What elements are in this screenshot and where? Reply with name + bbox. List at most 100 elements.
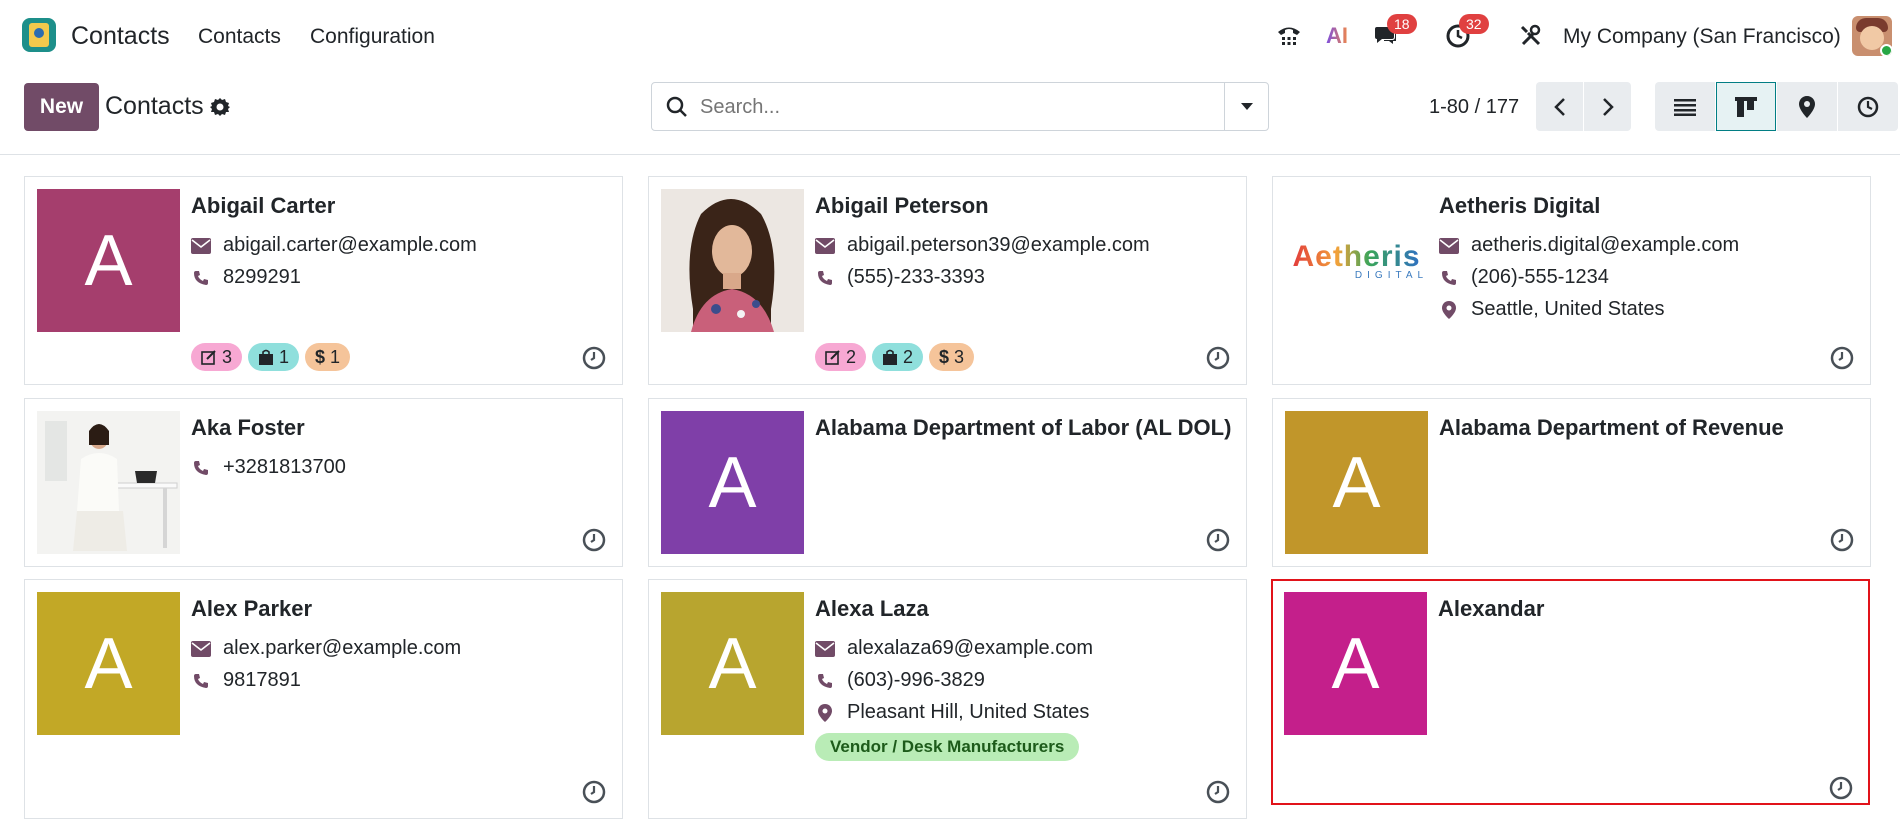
pager-previous-button[interactable] bbox=[1536, 82, 1583, 131]
contact-email: alex.parker@example.com bbox=[191, 637, 461, 660]
pager-value[interactable]: 1-80 / 177 bbox=[1429, 96, 1519, 119]
shopping-bag-icon bbox=[259, 349, 274, 365]
orders-stat[interactable]: 2 bbox=[872, 343, 924, 371]
gear-icon[interactable] bbox=[210, 97, 230, 117]
activity-clock-icon[interactable] bbox=[582, 346, 606, 370]
envelope-icon bbox=[815, 236, 835, 256]
shopping-bag-icon bbox=[883, 349, 898, 365]
contact-phone: 8299291 bbox=[191, 266, 301, 289]
search-bar bbox=[651, 82, 1269, 131]
contact-name: Alex Parker bbox=[191, 596, 313, 621]
contact-card[interactable]: Aka Foster +3281813700 bbox=[24, 398, 623, 567]
activity-view-button[interactable] bbox=[1838, 82, 1898, 131]
contact-location: Pleasant Hill, United States bbox=[815, 701, 1089, 724]
contact-card-selected[interactable]: A Alexandar bbox=[1271, 579, 1870, 805]
contact-name: Alabama Department of Labor (AL DOL) bbox=[815, 415, 1232, 440]
contact-avatar: A bbox=[661, 592, 804, 735]
invoices-stat[interactable]: $ 3 bbox=[929, 343, 975, 371]
edit-icon bbox=[201, 350, 216, 365]
contact-avatar: A bbox=[661, 411, 804, 554]
category-tag[interactable]: Vendor / Desk Manufacturers bbox=[815, 733, 1080, 761]
map-view-button[interactable] bbox=[1777, 82, 1837, 131]
list-view-button[interactable] bbox=[1655, 82, 1715, 131]
top-navbar: Contacts Contacts Configuration AI 18 32… bbox=[0, 0, 1900, 73]
activity-clock-icon[interactable] bbox=[1206, 346, 1230, 370]
search-options-toggle[interactable] bbox=[1224, 83, 1268, 130]
contact-name: Abigail Peterson bbox=[815, 193, 989, 218]
page-title: Contacts bbox=[105, 92, 204, 120]
edit-icon bbox=[825, 350, 840, 365]
pager-next-button[interactable] bbox=[1584, 82, 1631, 131]
activity-clock-icon[interactable] bbox=[582, 528, 606, 552]
activity-clock-icon[interactable] bbox=[1830, 528, 1854, 552]
quotations-count: 3 bbox=[222, 346, 233, 367]
logo-word: Aetheris bbox=[1292, 240, 1421, 273]
quotations-stat[interactable]: 3 bbox=[191, 343, 243, 371]
company-switcher[interactable]: My Company (San Francisco) bbox=[1563, 25, 1841, 49]
envelope-icon bbox=[191, 236, 211, 256]
contact-card[interactable]: A Abigail Carter abigail.carter@example.… bbox=[24, 176, 623, 385]
contact-card[interactable]: A Alex Parker alex.parker@example.com 98… bbox=[24, 579, 623, 819]
kanban-icon bbox=[1735, 96, 1757, 117]
dollar-icon: $ bbox=[939, 346, 950, 367]
activities-icon[interactable]: 32 bbox=[1441, 14, 1489, 52]
orders-stat[interactable]: 1 bbox=[248, 343, 300, 371]
ai-icon[interactable]: AI bbox=[1320, 20, 1354, 52]
orders-count: 2 bbox=[903, 346, 914, 367]
contact-phone: (206)-555-1234 bbox=[1439, 266, 1609, 289]
phone-text: (206)-555-1234 bbox=[1471, 266, 1609, 288]
dollar-icon: $ bbox=[315, 346, 326, 367]
ai-label: AI bbox=[1326, 23, 1348, 48]
map-marker-icon bbox=[1439, 300, 1459, 320]
invoices-stat[interactable]: $ 1 bbox=[305, 343, 351, 371]
contact-stats: 2 2 $ 3 bbox=[815, 343, 975, 371]
activity-clock-icon[interactable] bbox=[582, 780, 606, 804]
contact-card[interactable]: A Alabama Department of Labor (AL DOL) bbox=[648, 398, 1247, 567]
user-avatar[interactable] bbox=[1852, 16, 1892, 56]
contact-stats: 3 1 $ 1 bbox=[191, 343, 351, 371]
phone-icon bbox=[191, 268, 211, 288]
phone-text: +3281813700 bbox=[223, 456, 346, 478]
email-text: aetheris.digital@example.com bbox=[1471, 234, 1740, 256]
app-name[interactable]: Contacts bbox=[71, 22, 170, 51]
messages-icon[interactable]: 18 bbox=[1369, 14, 1417, 52]
location-text: Seattle, United States bbox=[1471, 298, 1665, 320]
email-text: alexalaza69@example.com bbox=[847, 637, 1093, 659]
activity-clock-icon[interactable] bbox=[1829, 776, 1853, 800]
contact-avatar: A bbox=[37, 592, 180, 735]
email-text: alex.parker@example.com bbox=[223, 637, 462, 659]
contact-name: Alabama Department of Revenue bbox=[1439, 415, 1784, 440]
activity-clock-icon[interactable] bbox=[1206, 780, 1230, 804]
contact-card[interactable]: Abigail Peterson abigail.peterson39@exam… bbox=[648, 176, 1247, 385]
chevron-left-icon bbox=[1553, 97, 1565, 116]
orders-count: 1 bbox=[279, 346, 290, 367]
menu-contacts[interactable]: Contacts bbox=[198, 25, 281, 49]
company-logo: Aetheris DIGITAL bbox=[1285, 189, 1428, 332]
list-icon bbox=[1674, 98, 1696, 116]
online-status-icon bbox=[1880, 44, 1892, 56]
map-marker-icon bbox=[815, 703, 835, 723]
kanban-view-button[interactable] bbox=[1716, 82, 1776, 131]
quotations-count: 2 bbox=[846, 346, 857, 367]
kanban-view: A Abigail Carter abigail.carter@example.… bbox=[0, 156, 1900, 819]
tools-icon[interactable] bbox=[1514, 20, 1548, 52]
menu-configuration[interactable]: Configuration bbox=[310, 25, 435, 49]
contact-avatar: A bbox=[1284, 592, 1427, 735]
contact-card[interactable]: A Alabama Department of Revenue bbox=[1272, 398, 1871, 567]
contact-card[interactable]: Aetheris DIGITAL Aetheris Digital aether… bbox=[1272, 176, 1871, 385]
activity-clock-icon[interactable] bbox=[1830, 346, 1854, 370]
phone-text: 9817891 bbox=[223, 669, 301, 691]
contact-email: alexalaza69@example.com bbox=[815, 637, 1093, 660]
activity-clock-icon[interactable] bbox=[1206, 528, 1230, 552]
contact-email: aetheris.digital@example.com bbox=[1439, 234, 1739, 257]
activities-badge: 32 bbox=[1459, 14, 1489, 34]
envelope-icon bbox=[191, 639, 211, 659]
search-input[interactable] bbox=[700, 92, 1200, 122]
contact-card[interactable]: A Alexa Laza alexalaza69@example.com (60… bbox=[648, 579, 1247, 819]
contact-name: Alexandar bbox=[1438, 596, 1545, 621]
phone-icon[interactable] bbox=[1272, 20, 1306, 52]
contacts-app-icon[interactable] bbox=[22, 18, 56, 52]
quotations-stat[interactable]: 2 bbox=[815, 343, 867, 371]
phone-icon bbox=[1439, 268, 1459, 288]
new-button[interactable]: New bbox=[24, 83, 99, 131]
